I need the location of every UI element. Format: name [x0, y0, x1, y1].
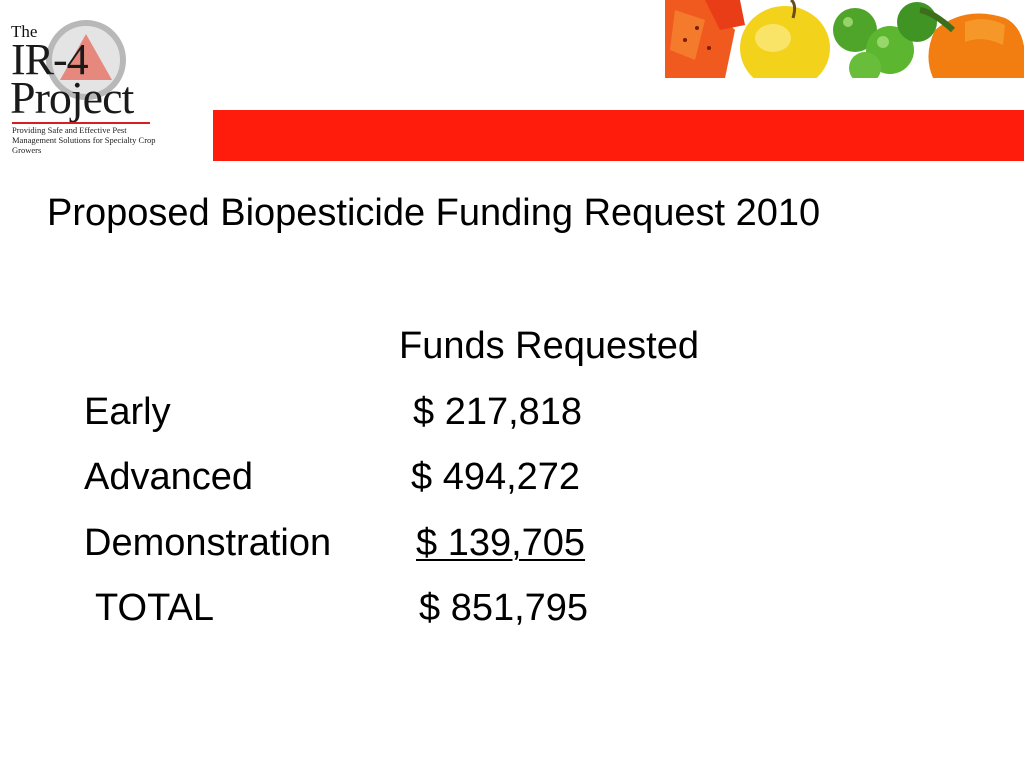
logo-tagline: Providing Safe and Effective Pest Manage…	[12, 125, 156, 155]
logo-text-project: Project	[10, 72, 134, 123]
row-label-total: TOTAL	[95, 587, 214, 629]
produce-photo	[665, 0, 1024, 78]
row-amount-advanced: $ 494,272	[411, 456, 581, 498]
logo-divider	[12, 122, 150, 124]
row-label-advanced: Advanced	[84, 456, 254, 498]
row-label-early: Early	[84, 391, 171, 433]
header-red-bar	[213, 110, 1024, 161]
row-amount-total: $ 851,795	[419, 587, 589, 629]
column-header-funds-requested: Funds Requested	[399, 325, 699, 367]
produce-image	[665, 0, 1024, 78]
slide-title: Proposed Biopesticide Funding Request 20…	[47, 192, 821, 234]
row-label-demonstration: Demonstration	[84, 522, 332, 564]
row-amount-early: $ 217,818	[413, 391, 583, 433]
ir4-logo: The IR-4 Project Providing Safe and Effe…	[8, 10, 158, 155]
row-amount-demonstration: $ 139,705	[416, 522, 586, 564]
